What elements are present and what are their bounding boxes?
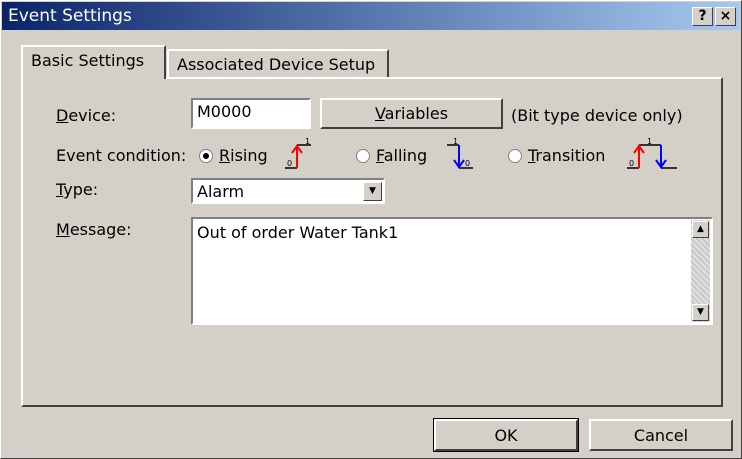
cancel-button[interactable]: Cancel xyxy=(589,419,733,451)
type-label: Type: xyxy=(56,180,99,199)
event-settings-dialog: Event Settings ? × Basic Settings Associ… xyxy=(0,0,742,459)
svg-text:0: 0 xyxy=(465,159,470,168)
svg-text:0: 0 xyxy=(287,159,292,168)
scroll-up-icon[interactable]: ▲ xyxy=(692,221,709,238)
device-label: Device: xyxy=(56,106,117,125)
svg-text:0: 0 xyxy=(629,159,634,168)
tab-basic-settings[interactable]: Basic Settings xyxy=(21,45,166,79)
scroll-down-icon[interactable]: ▼ xyxy=(692,304,709,321)
message-label: Message: xyxy=(56,220,132,239)
svg-text:1: 1 xyxy=(305,137,310,146)
transition-radio[interactable] xyxy=(508,149,522,163)
help-button[interactable]: ? xyxy=(692,7,713,26)
ok-button[interactable]: OK xyxy=(433,418,579,452)
type-select-value: Alarm xyxy=(197,182,245,201)
rising-label[interactable]: Rising xyxy=(219,146,268,165)
falling-label[interactable]: Falling xyxy=(376,146,427,165)
event-condition-label: Event condition: xyxy=(56,146,187,165)
dialog-title: Event Settings xyxy=(8,6,132,26)
close-button[interactable]: × xyxy=(715,7,736,26)
falling-edge-icon: 1 0 xyxy=(447,137,473,169)
title-bar[interactable]: Event Settings ? × xyxy=(2,2,740,30)
variables-button[interactable]: Variables xyxy=(320,98,503,129)
rising-radio[interactable] xyxy=(199,149,213,163)
svg-text:1: 1 xyxy=(647,137,652,146)
falling-radio[interactable] xyxy=(356,149,370,163)
tab-associated-device-setup[interactable]: Associated Device Setup xyxy=(167,49,389,79)
message-textarea[interactable]: Out of order Water Tank1 ▲ ▼ xyxy=(191,217,713,325)
chevron-down-icon[interactable]: ▼ xyxy=(363,182,382,201)
transition-label[interactable]: Transition xyxy=(528,146,605,165)
bit-type-note: (Bit type device only) xyxy=(511,106,683,125)
message-text: Out of order Water Tank1 xyxy=(197,223,399,242)
transition-edge-icon: 1 0 xyxy=(627,137,677,169)
type-select[interactable]: Alarm ▼ xyxy=(191,178,385,204)
rising-edge-icon: 1 0 xyxy=(285,137,311,169)
svg-text:1: 1 xyxy=(453,137,458,146)
message-scrollbar[interactable]: ▲ ▼ xyxy=(691,220,710,322)
device-input[interactable]: M0000 xyxy=(191,98,311,129)
